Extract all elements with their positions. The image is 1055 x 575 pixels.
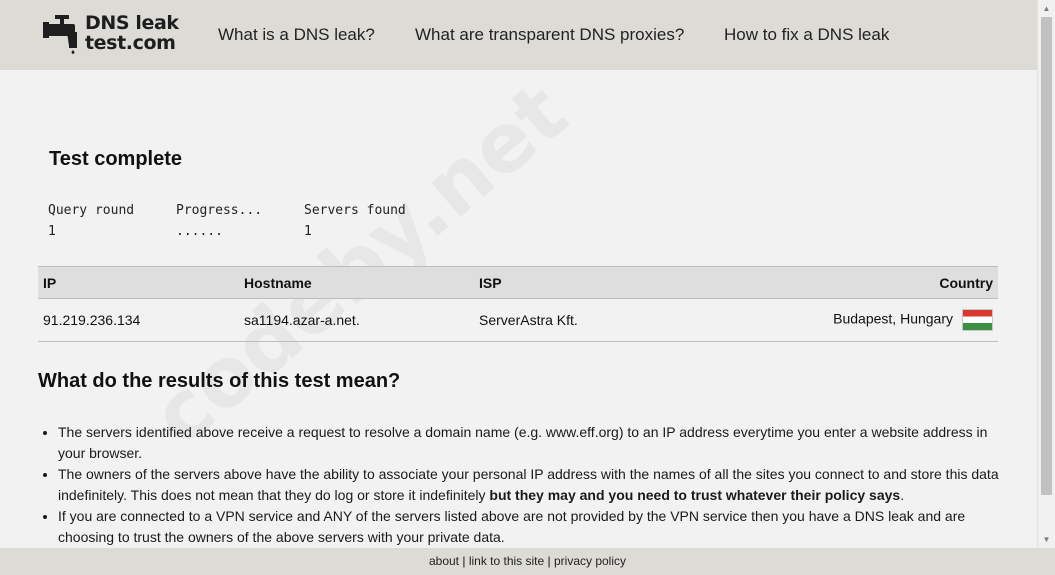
scrollbar-thumb[interactable] <box>1041 17 1052 495</box>
progress-value: ...... <box>176 224 223 239</box>
country-text: Budapest, Hungary <box>833 310 953 327</box>
servers-found-label: Servers found <box>304 203 406 218</box>
faucet-icon <box>43 15 77 54</box>
site-footer: about | link to this site | privacy poli… <box>0 548 1055 575</box>
query-round-value: 1 <box>48 224 56 239</box>
cell-country: Budapest, Hungary <box>678 298 998 342</box>
footer-link-link-to-site[interactable]: link to this site <box>469 554 544 568</box>
cell-ip: 91.219.236.134 <box>38 298 239 342</box>
logo-text-line1: DNS leak <box>85 12 179 34</box>
table-header-row: IP Hostname ISP Country <box>38 266 998 299</box>
bullet-text-end: . <box>900 487 905 503</box>
section-title: What do the results of this test mean? <box>38 370 401 392</box>
cell-hostname: sa1194.azar-a.net. <box>239 298 474 342</box>
scroll-up-arrow-icon[interactable]: ▲ <box>1038 0 1055 17</box>
column-header-isp: ISP <box>474 266 679 299</box>
results-explanation-list: The servers identified above receive a r… <box>38 422 1010 548</box>
column-header-hostname: Hostname <box>239 266 474 299</box>
list-item: The owners of the servers above have the… <box>58 464 1010 506</box>
vertical-scrollbar[interactable]: ▲ ▼ <box>1037 0 1055 548</box>
column-header-country: Country <box>678 266 998 299</box>
watermark: codeby.net <box>135 65 585 464</box>
site-header: DNS leak test.com What is a DNS leak? Wh… <box>0 0 1037 70</box>
list-item: If you are connected to a VPN service an… <box>58 506 1010 548</box>
bullet-bold-text: but they may and you need to trust whate… <box>489 487 901 503</box>
column-header-ip: IP <box>38 266 239 299</box>
table-row: 91.219.236.134 sa1194.azar-a.net. Server… <box>38 298 998 342</box>
list-item: The servers identified above receive a r… <box>58 422 1010 464</box>
bullet-text: The servers identified above receive a r… <box>58 424 988 461</box>
footer-link-privacy-policy[interactable]: privacy policy <box>554 554 626 568</box>
nav-link-transparent-proxies[interactable]: What are transparent DNS proxies? <box>415 25 684 45</box>
footer-separator: | <box>459 554 469 568</box>
scroll-down-arrow-icon[interactable]: ▼ <box>1038 531 1055 548</box>
bullet-text: If you are connected to a VPN service an… <box>58 508 966 545</box>
logo-text-line2: test.com <box>85 32 176 54</box>
servers-found-value: 1 <box>304 224 312 239</box>
footer-separator: | <box>544 554 554 568</box>
nav-link-what-is-dns-leak[interactable]: What is a DNS leak? <box>218 25 375 45</box>
progress-label: Progress... <box>176 203 263 218</box>
page-title: Test complete <box>49 148 182 170</box>
footer-link-about[interactable]: about <box>429 554 459 568</box>
site-logo[interactable]: DNS leak test.com <box>43 13 183 57</box>
nav-link-fix-dns-leak[interactable]: How to fix a DNS leak <box>724 25 889 45</box>
cell-isp: ServerAstra Kft. <box>474 298 679 342</box>
results-table: IP Hostname ISP Country 91.219.236.134 s… <box>38 266 998 342</box>
query-round-label: Query round <box>48 203 135 218</box>
hungary-flag-icon <box>962 309 993 331</box>
